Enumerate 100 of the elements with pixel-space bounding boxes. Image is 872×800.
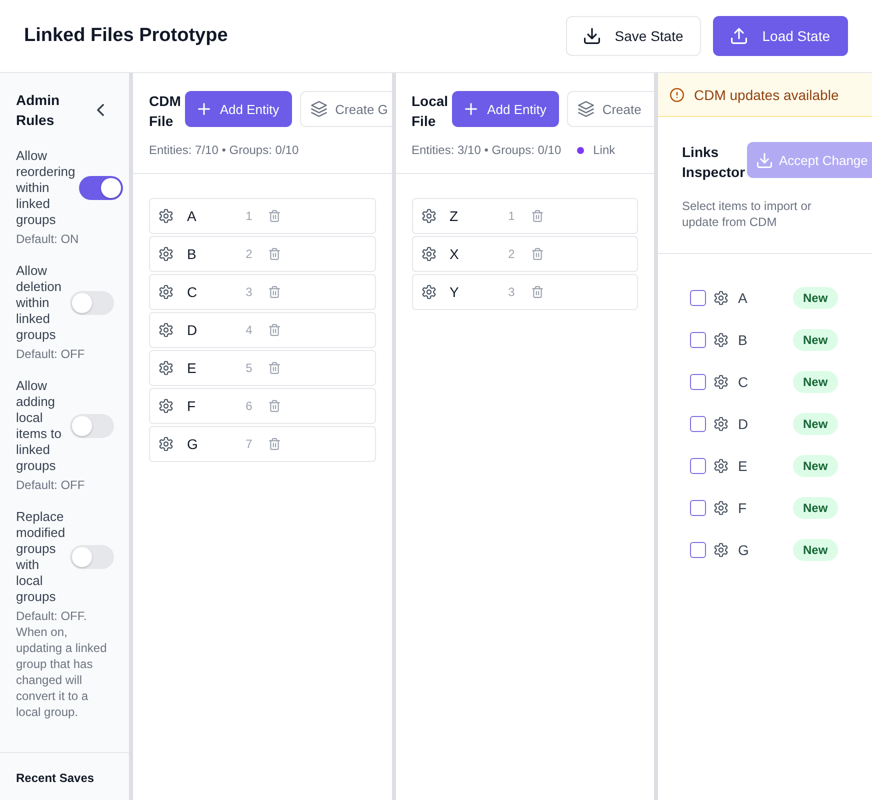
item-name: A	[738, 290, 748, 306]
checkbox[interactable]	[690, 542, 706, 558]
gear-icon[interactable]	[159, 247, 173, 261]
entity-row[interactable]: Z 1	[412, 198, 638, 234]
entity-name: C	[187, 284, 198, 300]
status-badge: New	[793, 455, 838, 477]
upload-icon	[731, 28, 748, 44]
save-state-button[interactable]: Save State	[566, 16, 702, 56]
entity-position: 2	[507, 247, 516, 261]
trash-icon[interactable]	[269, 248, 280, 260]
gear-icon[interactable]	[159, 399, 173, 413]
entity-position: 2	[244, 247, 254, 261]
entity-position: 4	[244, 323, 254, 337]
trash-icon[interactable]	[269, 400, 280, 412]
rule-label: Allow adding local items to linked groups	[16, 378, 63, 474]
trash-icon[interactable]	[532, 248, 542, 260]
entity-position: 3	[244, 285, 254, 299]
gear-icon	[714, 459, 728, 473]
app-title: Linked Files Prototype	[24, 25, 228, 47]
load-state-button[interactable]: Load State	[713, 16, 848, 56]
gear-icon	[714, 333, 728, 347]
entity-row[interactable]: D 4	[149, 312, 376, 348]
gear-icon	[714, 417, 728, 431]
gear-icon[interactable]	[422, 247, 436, 261]
create-button[interactable]: Create G	[300, 91, 392, 127]
gear-icon[interactable]	[159, 437, 173, 451]
entity-position: 1	[244, 209, 254, 223]
add-entity-button[interactable]: Add Entity	[452, 91, 560, 127]
entity-row[interactable]: A 1	[149, 198, 376, 234]
entity-name: E	[187, 360, 198, 376]
gear-icon[interactable]	[422, 285, 436, 299]
gear-icon[interactable]	[422, 209, 436, 223]
gear-icon[interactable]	[159, 209, 173, 223]
toggle-switch[interactable]	[70, 545, 114, 569]
item-name: F	[738, 500, 748, 516]
gear-icon[interactable]	[159, 361, 173, 375]
checkbox[interactable]	[690, 500, 706, 516]
rule-note: Default: OFF. When on, updating a linked group that has changed will convert it to a local group.	[16, 608, 108, 720]
download-icon	[757, 152, 772, 168]
entity-row[interactable]: F 6	[149, 388, 376, 424]
entity-row[interactable]: Y 3	[412, 274, 638, 310]
gear-icon[interactable]	[159, 285, 173, 299]
rule-label: Allow reordering within linked groups	[16, 148, 76, 228]
trash-icon[interactable]	[269, 362, 280, 374]
status-badge: New	[793, 413, 838, 435]
add-entity-button[interactable]: Add Entity	[184, 91, 292, 127]
entity-name: G	[187, 436, 199, 452]
gear-icon	[714, 543, 728, 557]
trash-icon[interactable]	[269, 324, 280, 336]
status-badge: New	[793, 371, 838, 393]
section-title: Recent Saves	[16, 771, 96, 785]
panel-stats: Entities: 3/10 • Groups: 0/10	[412, 143, 562, 157]
rule-label: Allow deletion within linked groups	[16, 263, 63, 343]
rule-note: Default: OFF	[16, 346, 86, 362]
entity-name: Y	[450, 284, 460, 300]
status-badge: New	[793, 539, 838, 561]
entity-position: 7	[244, 437, 254, 451]
entity-row[interactable]: E 5	[149, 350, 376, 386]
entity-row[interactable]: G 7	[149, 426, 376, 462]
chevron-left-icon[interactable]	[97, 104, 104, 116]
rule-note: Default: ON	[16, 231, 80, 247]
legend-dot-icon	[577, 146, 584, 154]
item-name: E	[738, 458, 748, 474]
trash-icon[interactable]	[269, 210, 280, 222]
plus-icon	[465, 103, 478, 115]
status-badge: New	[793, 329, 838, 351]
gear-icon	[714, 291, 728, 305]
entity-name: Z	[450, 208, 460, 224]
toggle-switch[interactable]	[79, 176, 124, 200]
trash-icon[interactable]	[269, 286, 280, 298]
trash-icon[interactable]	[269, 438, 280, 450]
checkbox[interactable]	[690, 416, 706, 432]
trash-icon[interactable]	[532, 286, 542, 298]
status-badge: New	[793, 287, 838, 309]
status-badge: New	[793, 497, 838, 519]
plus-icon	[198, 103, 210, 115]
entity-position: 6	[244, 399, 254, 413]
create-button[interactable]: Create	[567, 91, 654, 127]
entity-position: 3	[507, 285, 516, 299]
panel-title: CDM File	[149, 92, 181, 131]
entity-row[interactable]: X 2	[412, 236, 638, 272]
checkbox[interactable]	[690, 332, 706, 348]
entity-row[interactable]: B 2	[149, 236, 376, 272]
trash-icon[interactable]	[532, 210, 542, 222]
inspector-description: Select items to import or update from CDM	[682, 198, 812, 230]
item-name: D	[738, 416, 750, 432]
toggle-switch[interactable]	[70, 414, 114, 438]
gear-icon[interactable]	[159, 323, 173, 337]
entity-position: 5	[244, 361, 254, 375]
toggle-switch[interactable]	[70, 291, 114, 315]
checkbox[interactable]	[690, 290, 706, 306]
item-name: C	[738, 374, 750, 390]
rule-note: Default: OFF	[16, 477, 86, 493]
entity-row[interactable]: C 3	[149, 274, 376, 310]
banner-text: CDM updates available	[694, 86, 839, 102]
checkbox[interactable]	[690, 374, 706, 390]
warning-icon	[670, 88, 684, 102]
entity-name: F	[187, 398, 197, 414]
sidebar-title: Admin Rules	[16, 91, 60, 130]
checkbox[interactable]	[690, 458, 706, 474]
